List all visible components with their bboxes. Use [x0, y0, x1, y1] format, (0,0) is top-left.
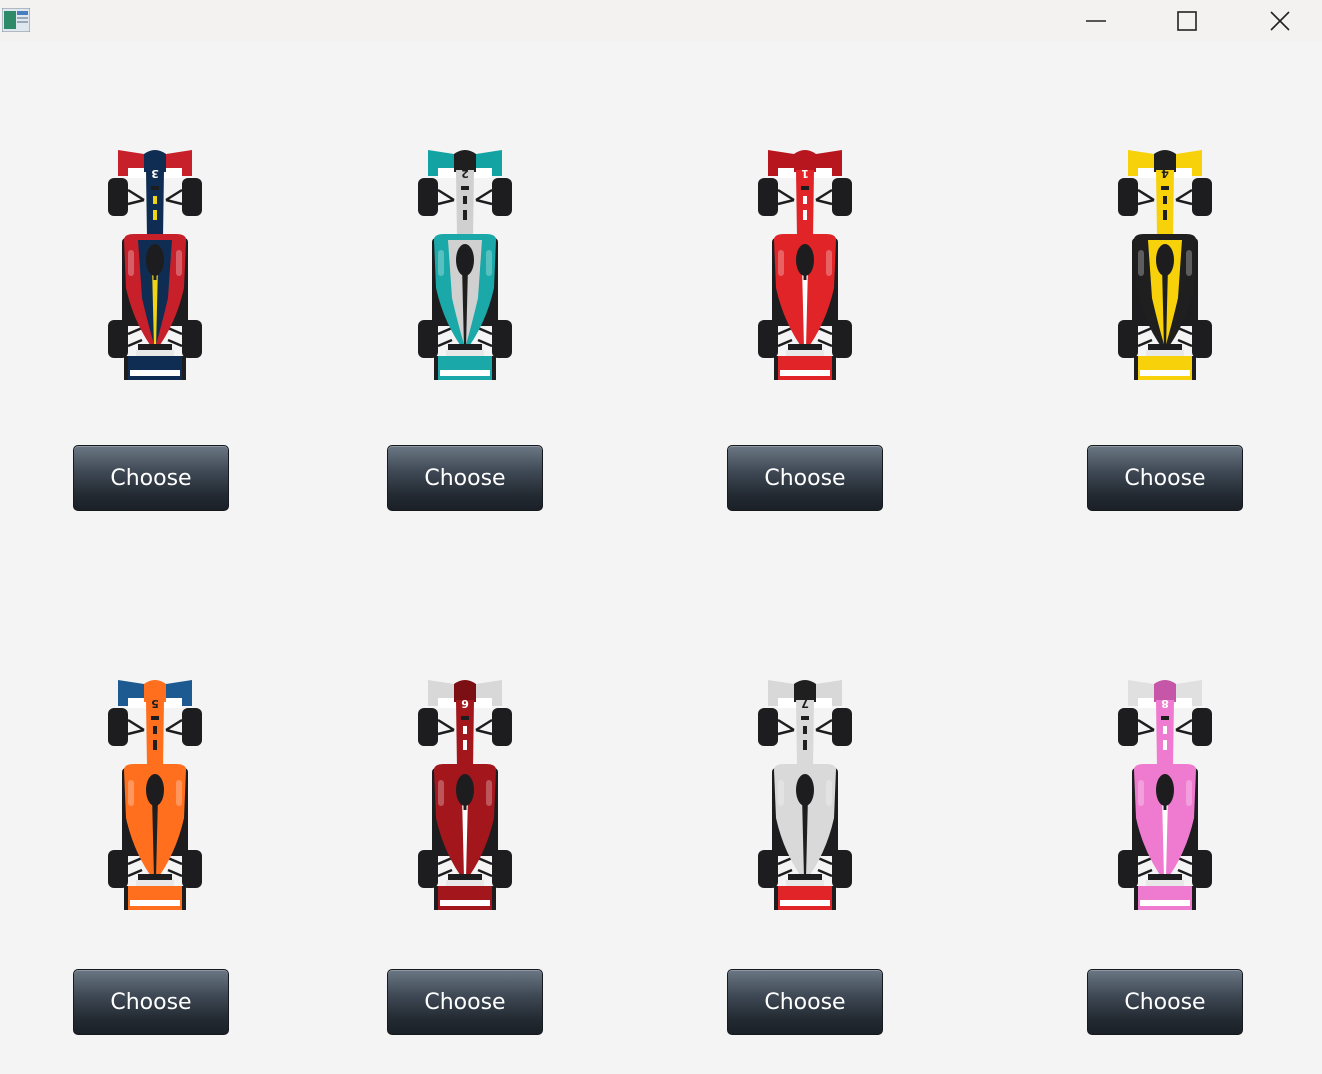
car-number: 2 [461, 167, 469, 180]
choose-button[interactable]: Choose [387, 969, 543, 1035]
car-number: 7 [801, 697, 809, 710]
race-car-icon: 3 [108, 150, 202, 380]
race-car-icon: 7 [758, 680, 852, 910]
choose-button[interactable]: Choose [1087, 445, 1243, 511]
car-number: 4 [1161, 167, 1169, 180]
choose-button[interactable]: Choose [727, 445, 883, 511]
title-bar [0, 0, 1322, 42]
race-car-icon: 4 [1118, 150, 1212, 380]
race-car-icon: 2 [418, 150, 512, 380]
choose-button[interactable]: Choose [73, 445, 229, 511]
choose-button[interactable]: Choose [73, 969, 229, 1035]
car-number: 8 [1161, 697, 1169, 710]
car-number: 3 [151, 167, 159, 180]
car-number: 1 [801, 167, 809, 180]
maximize-icon [1177, 11, 1197, 31]
minimize-button[interactable] [1073, 0, 1119, 42]
close-button[interactable] [1257, 0, 1303, 42]
race-car-icon: 5 [108, 680, 202, 910]
minimize-icon [1086, 20, 1106, 22]
close-icon [1270, 11, 1290, 31]
race-car-icon: 1 [758, 150, 852, 380]
car-number: 5 [151, 697, 159, 710]
race-car-icon: 8 [1118, 680, 1212, 910]
maximize-button[interactable] [1164, 0, 1210, 42]
app-icon [2, 8, 30, 32]
car-number: 6 [461, 697, 469, 710]
choose-button[interactable]: Choose [727, 969, 883, 1035]
race-car-icon: 6 [418, 680, 512, 910]
choose-button[interactable]: Choose [1087, 969, 1243, 1035]
choose-button[interactable]: Choose [387, 445, 543, 511]
